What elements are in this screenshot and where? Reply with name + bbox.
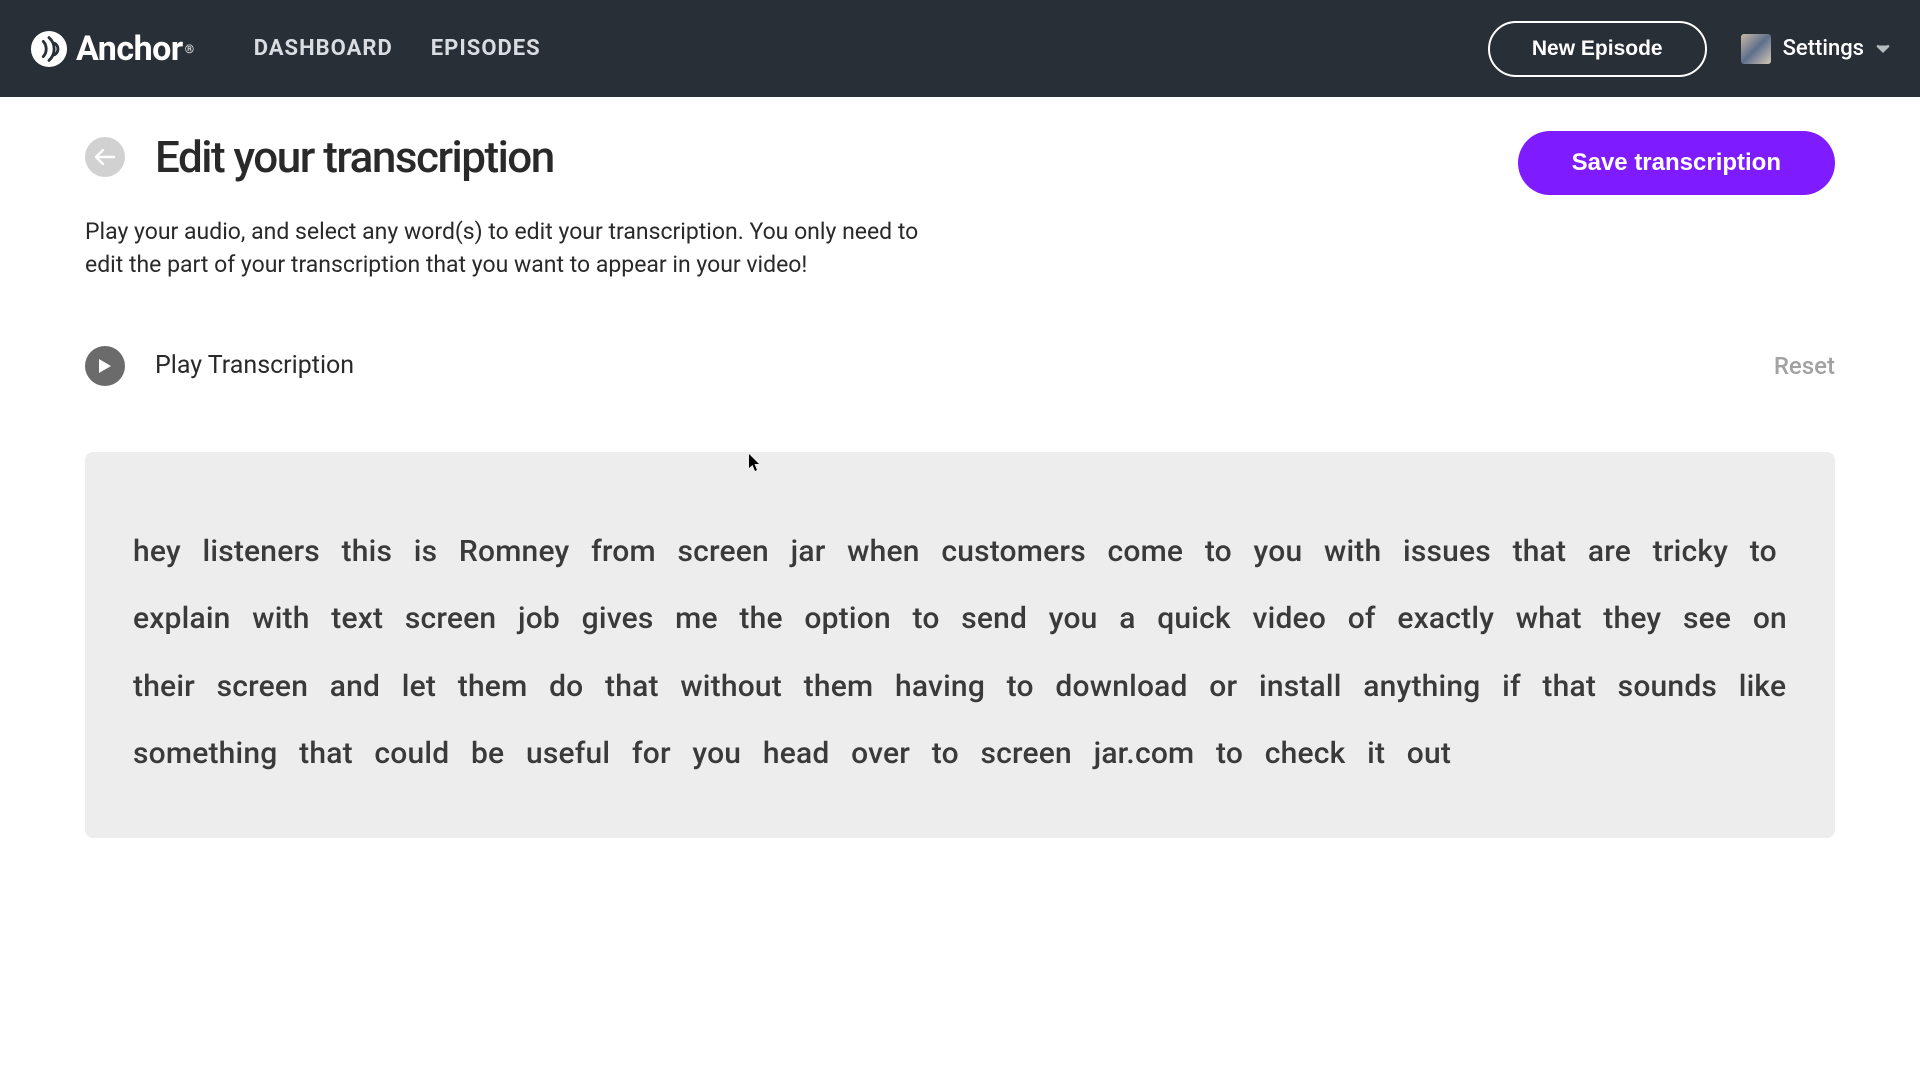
transcription-box[interactable]: hey listeners this is Romney from screen… (85, 452, 1835, 838)
play-controls-left: Play Transcription (85, 346, 354, 386)
anchor-logo-icon (30, 30, 68, 68)
page-content: Edit your transcription Save transcripti… (0, 97, 1920, 838)
play-controls-row: Play Transcription Reset (85, 346, 1835, 386)
play-button[interactable] (85, 346, 125, 386)
brand-logo[interactable]: Anchor ® (30, 29, 194, 69)
nav-dashboard[interactable]: DASHBOARD (254, 36, 393, 61)
top-nav: Anchor ® DASHBOARD EPISODES New Episode … (0, 0, 1920, 97)
main-nav: DASHBOARD EPISODES (254, 36, 541, 61)
page-subtitle: Play your audio, and select any word(s) … (85, 215, 955, 282)
chevron-down-icon (1876, 42, 1890, 56)
page-header-row: Edit your transcription Save transcripti… (85, 131, 1835, 195)
top-nav-left: Anchor ® DASHBOARD EPISODES (30, 29, 541, 69)
top-nav-right: New Episode Settings (1488, 21, 1890, 77)
page-header-left: Edit your transcription (85, 131, 554, 183)
save-transcription-button[interactable]: Save transcription (1518, 131, 1835, 195)
registered-mark: ® (185, 42, 194, 56)
new-episode-button[interactable]: New Episode (1488, 21, 1707, 77)
reset-link[interactable]: Reset (1774, 352, 1835, 380)
settings-menu[interactable]: Settings (1741, 34, 1890, 64)
settings-label: Settings (1783, 36, 1864, 61)
avatar (1741, 34, 1771, 64)
back-button[interactable] (85, 137, 125, 177)
arrow-left-icon (95, 149, 115, 165)
transcription-text[interactable]: hey listeners this is Romney from screen… (133, 518, 1787, 788)
play-icon (98, 358, 112, 374)
play-label: Play Transcription (155, 351, 354, 380)
brand-name: Anchor (76, 29, 183, 69)
page-title: Edit your transcription (155, 131, 554, 183)
nav-episodes[interactable]: EPISODES (431, 36, 541, 61)
